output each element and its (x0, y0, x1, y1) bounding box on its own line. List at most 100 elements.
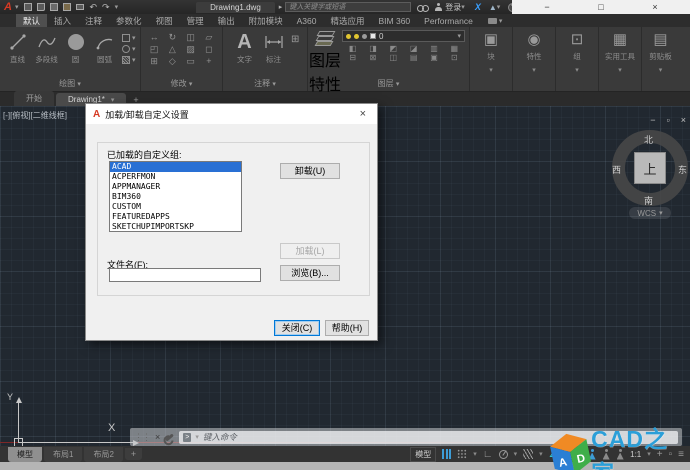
erase-tool-icon[interactable]: ⊞ (147, 56, 161, 67)
utilities-panel[interactable]: ▦ 实用工具 ▾ (599, 27, 642, 91)
app-menu-chevron-down-icon[interactable]: ▾ (15, 3, 19, 11)
list-item-custom[interactable]: CUSTOM (110, 202, 241, 212)
list-item-featuredapps[interactable]: FEATUREDAPPS (110, 212, 241, 222)
layout-tab-layout2[interactable]: 布局2 (84, 446, 123, 462)
a360-icon[interactable]: ▲ (489, 3, 497, 12)
ribbon-display-options-button[interactable]: ▾ (487, 14, 502, 27)
groups-panel[interactable]: ⊡ 组 ▾ (556, 27, 599, 91)
layout-tab-model[interactable]: 模型 (8, 446, 42, 462)
ribbon-tab-annotate[interactable]: 注释 (78, 14, 109, 27)
modify-panel-label[interactable]: 修改 ▾ (141, 78, 222, 89)
close-button[interactable]: × (640, 2, 670, 12)
autocad-logo-icon[interactable]: A (0, 1, 15, 13)
file-tab-start[interactable]: 开始 (14, 91, 54, 106)
layer-tool-icon[interactable]: ▤ (405, 53, 422, 62)
customization-groups-list[interactable]: ACAD ACPERFMON APPMANAGER BIM360 CUSTOM … (109, 161, 242, 232)
title-expand-arrow-icon[interactable]: ▸ (279, 3, 283, 11)
layer-tool-icon[interactable]: ◩ (385, 44, 402, 53)
copy-tool-icon[interactable]: + (202, 56, 216, 67)
chevron-down-icon[interactable]: ▾ (618, 66, 622, 74)
layer-tool-icon[interactable]: ⊟ (344, 53, 361, 62)
list-item-acad[interactable]: ACAD (110, 162, 241, 172)
viewcube-north-label[interactable]: 北 (644, 133, 653, 146)
line-tool[interactable]: 直线 (4, 30, 31, 65)
ortho-mode-icon[interactable]: ∟ (483, 449, 493, 460)
save-icon[interactable] (50, 3, 59, 11)
circle-tool[interactable]: 圆 (62, 30, 89, 65)
viewcube-south-label[interactable]: 南 (644, 194, 653, 207)
plot-icon[interactable] (76, 4, 85, 10)
list-item-appmanager[interactable]: APPMANAGER (110, 182, 241, 192)
wcs-dropdown[interactable]: WCS ▾ (629, 207, 671, 219)
new-file-icon[interactable] (24, 3, 33, 11)
isometric-drafting-icon[interactable] (523, 449, 534, 459)
exchange-apps-icon[interactable]: X (475, 2, 481, 12)
layer-tool-icon[interactable]: ◫ (385, 53, 402, 62)
table-tool-icon[interactable]: ⊞ (291, 34, 299, 45)
dialog-close-icon[interactable]: × (356, 108, 370, 120)
polar-chevron-down-icon[interactable]: ▾ (514, 450, 518, 458)
list-item-bim360[interactable]: BIM360 (110, 192, 241, 202)
chevron-down-icon[interactable]: ▾ (575, 66, 579, 74)
dialog-help-button[interactable]: 帮助(H) (325, 320, 369, 336)
a360-chevron-down-icon[interactable]: ▾ (497, 3, 501, 11)
layer-tool-icon[interactable]: ◪ (405, 44, 422, 53)
grid-display-icon[interactable] (457, 449, 468, 459)
rotate-tool-icon[interactable]: ↻ (165, 32, 179, 43)
hatch-tool[interactable]: ▾ (122, 56, 136, 64)
sign-in-label[interactable]: 登录 (445, 2, 461, 13)
minimize-button[interactable]: − (532, 2, 562, 12)
search-input[interactable] (285, 2, 412, 12)
model-space-button[interactable]: 模型 (410, 446, 437, 462)
polar-tracking-icon[interactable] (498, 449, 508, 459)
ribbon-tab-insert[interactable]: 插入 (47, 14, 78, 27)
user-icon[interactable] (435, 3, 443, 11)
snap-mode-icon[interactable] (442, 449, 452, 459)
rectangle-tool[interactable]: ▾ (122, 34, 136, 42)
ribbon-tab-parametric[interactable]: 参数化 (109, 14, 149, 27)
ribbon-tab-view[interactable]: 视图 (149, 14, 180, 27)
ellipse-tool[interactable]: ▾ (122, 45, 136, 53)
chevron-down-icon[interactable]: ▾ (659, 66, 663, 74)
viewcube-west-label[interactable]: 西 (612, 163, 621, 176)
ribbon-tab-performance[interactable]: Performance (417, 14, 480, 27)
layer-tool-icon[interactable]: ◧ (344, 44, 361, 53)
command-close-icon[interactable]: × (155, 432, 160, 442)
ribbon-tab-addins[interactable]: 附加模块 (242, 14, 290, 27)
dialog-close-button[interactable]: 关闭(C) (274, 320, 320, 336)
stretch-tool-icon[interactable]: ▭ (184, 56, 198, 67)
layout-tab-layout1[interactable]: 布局1 (44, 446, 83, 462)
recent-commands-chevron-down-icon[interactable]: ▾ (195, 433, 199, 441)
properties-panel[interactable]: ◉ 特性 ▾ (513, 27, 556, 91)
fillet-tool-icon[interactable]: ◰ (147, 44, 161, 55)
explode-tool-icon[interactable]: ◇ (165, 56, 179, 67)
layer-select-dropdown[interactable]: 0 ▾ (342, 30, 465, 42)
draw-panel-label[interactable]: 绘图 ▾ (0, 78, 140, 89)
dialog-title-bar[interactable]: A 加载/卸载自定义设置 × (86, 104, 377, 124)
doc-close-button[interactable]: × (681, 116, 686, 125)
undo-icon[interactable]: ↶ (89, 2, 97, 12)
block-panel[interactable]: ▣ 块 ▾ (470, 27, 513, 91)
polyline-tool[interactable]: 多段线 (33, 30, 60, 65)
scale-tool-icon[interactable]: △ (165, 44, 179, 55)
layer-tool-icon[interactable]: ⊡ (446, 53, 463, 62)
viewcube-top-face[interactable]: 上 (634, 152, 666, 184)
search-icon[interactable] (417, 4, 430, 12)
layers-panel-label[interactable]: 图层 ▾ (308, 78, 469, 89)
viewcube-east-label[interactable]: 东 (678, 163, 687, 176)
redo-icon[interactable]: ↷ (102, 2, 110, 12)
layer-tool-icon[interactable]: ▥ (425, 44, 442, 53)
isodraft-chevron-down-icon[interactable]: ▾ (539, 450, 543, 458)
layer-tool-icon[interactable]: ◨ (364, 44, 381, 53)
ribbon-tab-default[interactable]: 默认 (16, 14, 48, 27)
doc-restore-button[interactable]: ▫ (667, 116, 670, 125)
ribbon-tab-featured-apps[interactable]: 精选应用 (323, 14, 371, 27)
layer-tool-icon[interactable]: ⊠ (364, 53, 381, 62)
command-dock-grip-icon[interactable]: ⋮⋮ (134, 432, 151, 443)
viewport-controls[interactable]: [-][俯视][二维线框] (3, 110, 67, 121)
chevron-down-icon[interactable]: ▾ (532, 66, 536, 74)
unload-button[interactable]: 卸载(U) (280, 163, 340, 179)
qat-customize-chevron-down-icon[interactable]: ▾ (115, 3, 119, 11)
layer-tool-icon[interactable]: ▣ (425, 53, 442, 62)
grid-chevron-down-icon[interactable]: ▾ (473, 450, 477, 458)
